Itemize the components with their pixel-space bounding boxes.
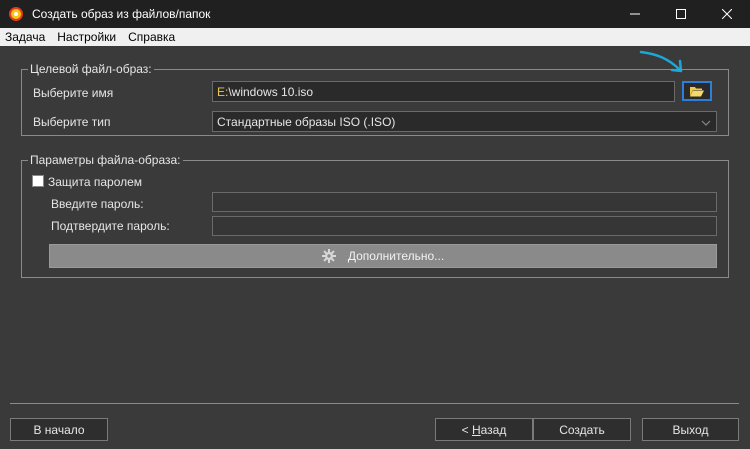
back-rest: азад bbox=[480, 422, 507, 437]
confirm-password-field[interactable] bbox=[212, 216, 717, 236]
minimize-icon bbox=[630, 13, 640, 15]
back-prefix: < bbox=[461, 422, 472, 437]
enter-password-label: Введите пароль: bbox=[51, 197, 144, 211]
create-button[interactable]: Создать bbox=[533, 418, 631, 441]
exit-button[interactable]: Выход bbox=[642, 418, 739, 441]
image-path: \windows 10.iso bbox=[228, 84, 314, 99]
menu-bar: Задача Настройки Справка bbox=[0, 28, 750, 46]
params-group-legend: Параметры файла-образа: bbox=[28, 153, 183, 167]
close-button[interactable] bbox=[704, 0, 750, 28]
select-type-label: Выберите тип bbox=[33, 115, 111, 129]
advanced-button[interactable]: Дополнительно... bbox=[49, 244, 717, 268]
image-type-select[interactable]: Стандартные образы ISO (.ISO) bbox=[212, 111, 717, 132]
target-group-legend: Целевой файл-образ: bbox=[28, 62, 154, 76]
window-controls bbox=[612, 0, 750, 28]
window-title: Создать образ из файлов/папок bbox=[32, 7, 211, 21]
back-accel: Н bbox=[471, 422, 481, 437]
menu-task[interactable]: Задача bbox=[0, 30, 51, 44]
exit-label: Выход bbox=[672, 422, 709, 437]
maximize-button[interactable] bbox=[658, 0, 704, 28]
start-button[interactable]: В начало bbox=[10, 418, 108, 441]
app-icon bbox=[9, 7, 23, 21]
footer-divider bbox=[10, 403, 739, 404]
minimize-button[interactable] bbox=[612, 0, 658, 28]
password-protect-label[interactable]: Защита паролем bbox=[48, 175, 142, 189]
back-button[interactable]: < Назад bbox=[435, 418, 533, 441]
password-field[interactable] bbox=[212, 192, 717, 212]
maximize-icon bbox=[676, 9, 686, 19]
select-name-label: Выберите имя bbox=[33, 86, 114, 100]
create-label: Создать bbox=[559, 422, 605, 437]
folder-open-icon bbox=[690, 86, 704, 96]
menu-help[interactable]: Справка bbox=[122, 30, 181, 44]
browse-folder-button[interactable] bbox=[682, 81, 712, 101]
gear-icon bbox=[321, 249, 336, 263]
image-type-value: Стандартные образы ISO (.ISO) bbox=[217, 114, 396, 129]
image-name-field[interactable]: E: \windows 10.iso bbox=[212, 81, 675, 102]
close-icon bbox=[722, 9, 732, 19]
title-bar: Создать образ из файлов/папок bbox=[0, 0, 750, 28]
password-protect-checkbox[interactable] bbox=[32, 175, 44, 187]
drive-letter: E: bbox=[217, 84, 229, 99]
start-label: В начало bbox=[33, 422, 85, 437]
menu-settings[interactable]: Настройки bbox=[51, 30, 122, 44]
confirm-password-label: Подтвердите пароль: bbox=[51, 219, 170, 233]
advanced-label: Дополнительно... bbox=[347, 249, 445, 263]
chevron-down-icon bbox=[701, 120, 711, 126]
